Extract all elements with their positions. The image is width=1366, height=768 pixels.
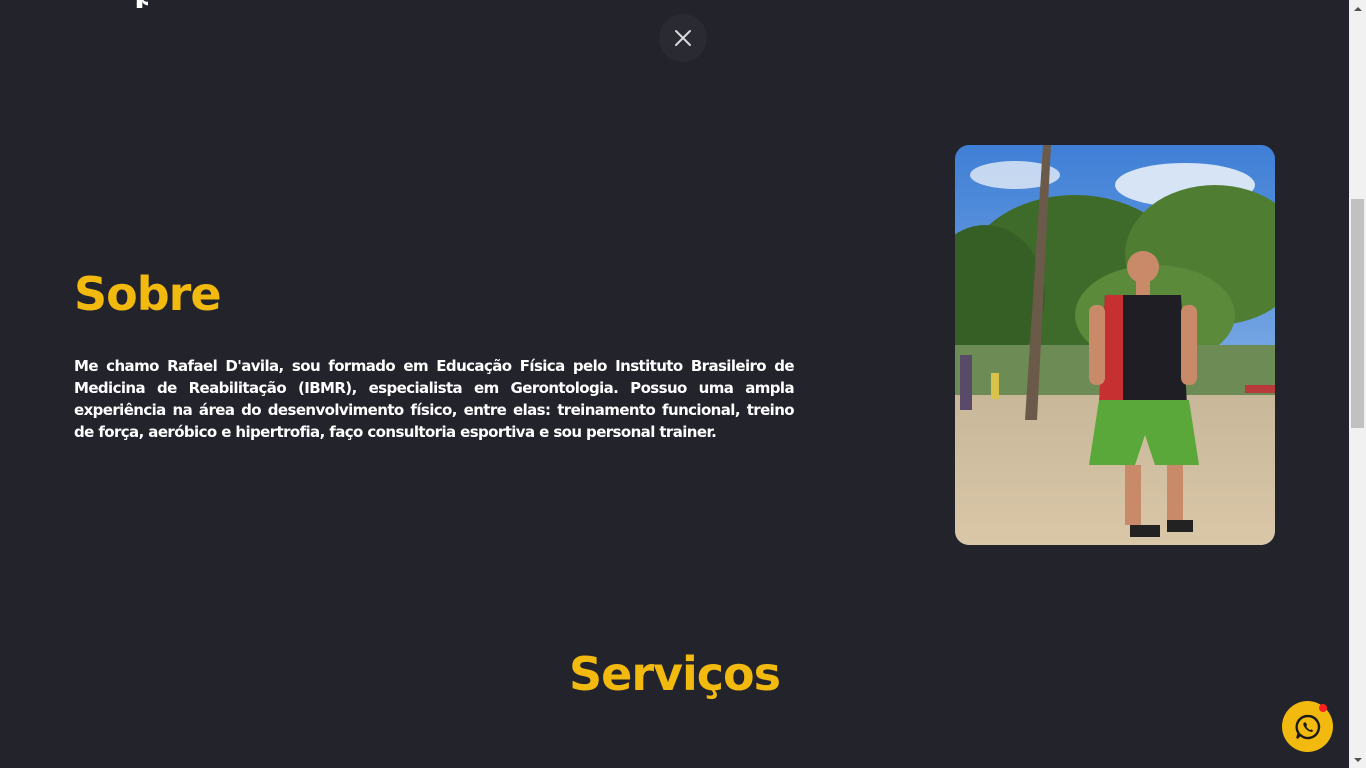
chevron-up-icon [1353, 6, 1362, 11]
scrollbar[interactable] [1349, 0, 1366, 768]
about-title: Sobre [74, 267, 222, 321]
top-heading-fragment: p [134, 0, 148, 8]
services-title: Serviços [568, 647, 781, 701]
whatsapp-icon [1295, 714, 1320, 739]
scroll-up-button[interactable] [1349, 0, 1366, 17]
trainer-photo [955, 145, 1275, 545]
scrollbar-thumb[interactable] [1351, 199, 1364, 428]
close-icon [675, 30, 691, 46]
close-button[interactable] [659, 14, 707, 62]
notification-dot [1319, 704, 1327, 712]
chevron-down-icon [1353, 757, 1362, 762]
about-text: Me chamo Rafael D'avila, sou formado em … [74, 357, 795, 441]
whatsapp-button[interactable] [1282, 701, 1333, 752]
page: p Sobre Me chamo Rafael D'avila, sou for… [0, 0, 1349, 768]
scroll-down-button[interactable] [1349, 751, 1366, 768]
